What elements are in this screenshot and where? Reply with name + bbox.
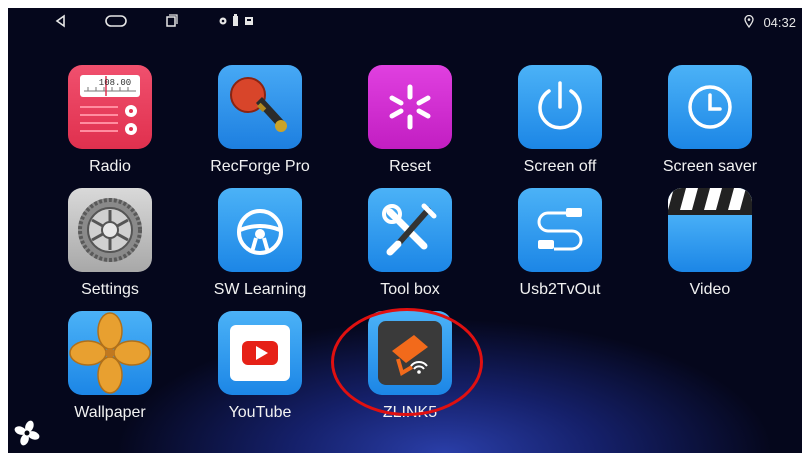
- app-label: Video: [689, 281, 731, 298]
- app-label: RecForge Pro: [210, 158, 310, 175]
- steering-wheel-icon: [218, 188, 302, 272]
- gear-icon: [68, 188, 152, 272]
- app-reset[interactable]: Reset: [345, 65, 475, 183]
- app-label: Tool box: [380, 281, 440, 298]
- wallpaper-icon: [68, 311, 152, 395]
- app-label: SW Learning: [213, 281, 307, 298]
- app-label: Radio: [89, 158, 131, 175]
- home-icon[interactable]: [104, 14, 128, 28]
- reset-icon: [368, 65, 452, 149]
- power-icon: [518, 65, 602, 149]
- highlight-annotation-circle: [331, 308, 483, 416]
- app-label: YouTube: [228, 404, 292, 421]
- app-label: Screen off: [523, 158, 597, 175]
- clapperboard-icon: [668, 188, 752, 272]
- app-label: Usb2TvOut: [519, 281, 601, 298]
- radio-frequency: 108.00: [99, 78, 131, 88]
- app-sw-learning[interactable]: SW Learning: [195, 188, 325, 306]
- app-wallpaper[interactable]: Wallpaper: [45, 311, 175, 429]
- recents-icon[interactable]: [164, 14, 178, 28]
- app-tool-box[interactable]: Tool box: [345, 188, 475, 306]
- youtube-icon: [218, 311, 302, 395]
- app-label: Settings: [81, 281, 139, 298]
- microphone-icon: [218, 65, 302, 149]
- status-clock: 04:32: [763, 15, 796, 30]
- radio-icon: 108.00: [68, 65, 152, 149]
- app-radio[interactable]: 108.00 Radio: [45, 65, 175, 183]
- app-video[interactable]: Video: [645, 188, 775, 306]
- launcher-screen: 04:32 108.00 Radio RecForge Pro Reset Sc…: [8, 8, 802, 453]
- fan-icon[interactable]: [14, 420, 40, 451]
- app-screen-saver[interactable]: Screen saver: [645, 65, 775, 183]
- status-bar: 04:32: [8, 8, 802, 38]
- app-usb2tvout[interactable]: Usb2TvOut: [495, 188, 625, 306]
- app-recforge-pro[interactable]: RecForge Pro: [195, 65, 325, 183]
- app-youtube[interactable]: YouTube: [195, 311, 325, 429]
- app-label: Wallpaper: [74, 404, 146, 421]
- back-icon[interactable]: [54, 14, 68, 28]
- usb-cable-icon: [518, 188, 602, 272]
- notification-icons: [218, 14, 258, 28]
- clock-icon: [668, 65, 752, 149]
- app-label: Reset: [389, 158, 431, 175]
- app-settings[interactable]: Settings: [45, 188, 175, 306]
- app-label: Screen saver: [662, 158, 758, 175]
- app-screen-off[interactable]: Screen off: [495, 65, 625, 183]
- location-icon: [744, 14, 754, 33]
- tools-icon: [368, 188, 452, 272]
